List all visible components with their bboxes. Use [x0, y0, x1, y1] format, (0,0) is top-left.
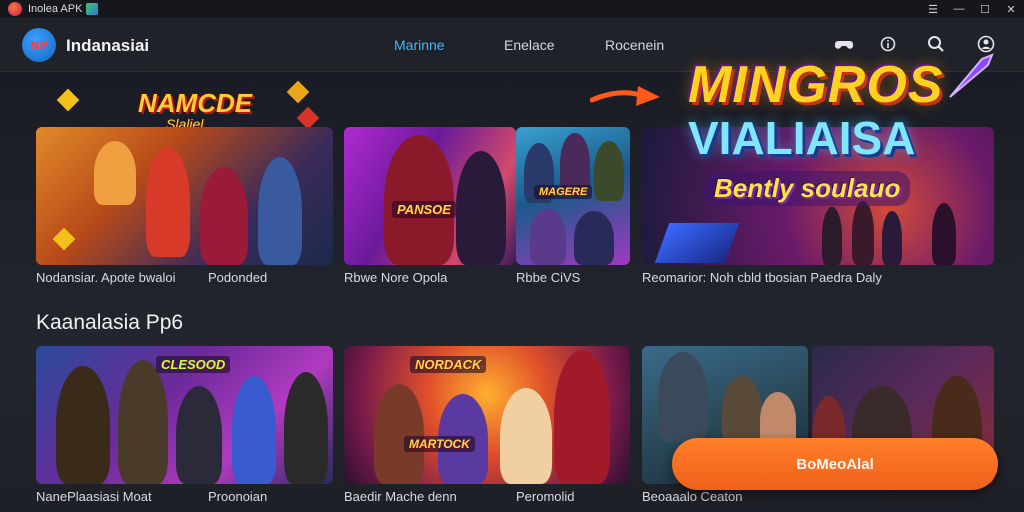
character-figure [574, 211, 614, 265]
window-title: Inolea APK [28, 3, 83, 15]
game-card[interactable] [36, 127, 333, 265]
game-card[interactable]: CLESOOD [36, 346, 333, 484]
character-figure [594, 141, 624, 201]
game-card[interactable]: NORDACK MARTOCK [344, 346, 630, 484]
game-card-title: MARTOCK [404, 436, 475, 452]
character-figure [146, 147, 190, 257]
game-caption[interactable]: Beoaaalo Ceaton [642, 489, 742, 504]
character-figure [258, 157, 302, 265]
game-caption[interactable]: Rbwe Nore Opola [344, 270, 447, 285]
gem-icon [52, 227, 76, 251]
featured-logo-line1: MINGROS [688, 56, 944, 114]
featured-logo-tagline: Bently soulauo [704, 171, 911, 206]
game-card-title: NORDACK [410, 356, 487, 373]
character-figure [118, 360, 168, 484]
game-card[interactable]: MAGERE [516, 127, 630, 265]
game-caption[interactable]: Rbbe CiVS [516, 270, 580, 285]
character-figure [658, 352, 708, 442]
featured-logo-line2: VIALIAISA [688, 112, 916, 164]
brand-logo[interactable]: NP [22, 28, 56, 62]
featured-game-logo: MINGROS VIALIAISA Bently soulauo [680, 53, 994, 225]
character-figure [56, 366, 110, 484]
window-controls: ☰ — ☐ ✕ [920, 0, 1024, 18]
game-caption[interactable]: Reomarior: Noh cbld tbosian Paedra Daly [642, 270, 882, 285]
brand-logo-text: NP [30, 38, 48, 52]
info-icon[interactable] [878, 34, 898, 54]
game-card-art: PANSOE [344, 127, 516, 265]
game-caption[interactable]: Baedir Mache denn [344, 489, 457, 504]
game-caption[interactable]: Peromolid [516, 489, 575, 504]
game-caption[interactable]: Nodansiar. Apote bwaloi [36, 270, 175, 285]
download-button-label: BoMeoAlal [796, 455, 874, 473]
app-badge-icon [86, 3, 99, 15]
game-card-art: NORDACK MARTOCK [344, 346, 630, 484]
game-caption[interactable]: NanePlaasiasi Moat [36, 489, 152, 504]
crystal-shape [654, 223, 740, 263]
close-icon[interactable]: ✕ [998, 0, 1024, 18]
sword-gem-icon [949, 53, 994, 98]
game-caption[interactable]: Podonded [208, 270, 267, 285]
arrow-right-icon [590, 86, 660, 106]
character-figure [284, 372, 328, 484]
character-figure [456, 151, 506, 265]
section-title: Kaanalasia Pp6 [36, 311, 184, 334]
character-figure [200, 167, 248, 265]
nav-link-rocenein[interactable]: Rocenein [605, 37, 664, 53]
window-titlebar: Inolea APK ☰ — ☐ ✕ [0, 0, 1024, 18]
character-figure [384, 135, 454, 265]
character-figure [94, 141, 136, 205]
game-card-title: MAGERE [534, 185, 593, 199]
game-caption[interactable]: Proonoian [208, 489, 267, 504]
maximize-icon[interactable]: ☐ [972, 0, 998, 18]
character-figure [176, 386, 222, 484]
nav-link-enelace[interactable]: Enelace [504, 37, 555, 53]
character-figure [530, 209, 566, 265]
app-logo-icon [8, 2, 22, 16]
character-figure [554, 350, 610, 484]
character-figure [232, 376, 276, 484]
game-card-art: CLESOOD [36, 346, 333, 484]
game-card[interactable]: PANSOE [344, 127, 516, 265]
game-card-title: CLESOOD [156, 356, 231, 373]
character-figure [500, 388, 552, 484]
gem-icon [286, 80, 310, 104]
game-card-art [36, 127, 333, 265]
download-button[interactable]: BoMeoAlal [672, 438, 998, 490]
minimize-icon[interactable]: — [946, 0, 972, 18]
gamepad-icon[interactable] [834, 34, 854, 54]
nav-link-marinne[interactable]: Marinne [394, 37, 445, 53]
character-figure [560, 133, 590, 193]
character-figure [722, 376, 762, 446]
character-figure [374, 384, 424, 484]
menu-icon[interactable]: ☰ [920, 0, 946, 18]
game-card-title: PANSOE [392, 201, 456, 218]
brand-name[interactable]: Indanasiai [66, 36, 149, 56]
game-card-art: MAGERE [516, 127, 630, 265]
promo-logo-title: NAMCDE [138, 88, 253, 118]
